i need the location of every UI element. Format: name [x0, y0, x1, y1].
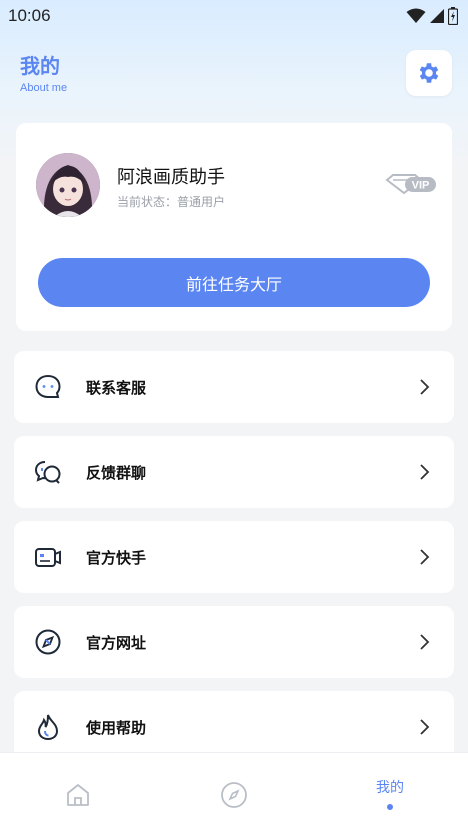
status-bar: 10:06 — [0, 0, 468, 32]
username: 阿浪画质助手 — [117, 167, 225, 188]
gear-icon — [419, 63, 439, 83]
active-indicator — [387, 804, 393, 810]
menu-item-usage-help[interactable]: 使用帮助 — [14, 691, 454, 755]
bottom-navigation: 我的 — [0, 752, 468, 832]
wifi-icon — [406, 8, 426, 23]
chevron-right-icon — [420, 549, 430, 565]
compass-icon — [35, 629, 61, 655]
task-hall-button[interactable]: 前往任务大厅 — [38, 258, 430, 307]
menu-item-feedback-group[interactable]: 反馈群聊 — [14, 436, 454, 508]
home-icon — [67, 784, 89, 806]
status-time: 10:06 — [8, 6, 51, 25]
nav-me-label: 我的 — [376, 780, 404, 796]
menu-item-contact-support[interactable]: 联系客服 — [14, 351, 454, 423]
video-camera-icon — [35, 548, 61, 567]
profile-card: 阿浪画质助手 当前状态：普通用户 VIP 前往任务大厅 — [16, 123, 452, 331]
chat-bubble-icon — [35, 374, 61, 398]
vip-badge: VIP — [385, 174, 436, 195]
compass-icon — [221, 782, 247, 808]
status-icons — [406, 7, 458, 25]
nav-discover[interactable] — [156, 753, 312, 832]
flame-icon — [37, 714, 59, 741]
nav-me[interactable]: 我的 — [312, 753, 468, 832]
menu-label: 反馈群聊 — [86, 464, 147, 482]
vip-badge-text: VIP — [412, 180, 430, 192]
battery-icon — [448, 7, 458, 25]
avatar[interactable] — [36, 153, 100, 217]
avatar-illustration — [36, 153, 100, 217]
cellular-signal-icon — [430, 9, 444, 23]
menu-item-official-website[interactable]: 官方网址 — [14, 606, 454, 678]
group-chat-icon — [34, 461, 61, 484]
chevron-right-icon — [420, 464, 430, 480]
menu-label: 使用帮助 — [86, 719, 147, 737]
menu-item-official-kuaishou[interactable]: 官方快手 — [14, 521, 454, 593]
chevron-right-icon — [420, 634, 430, 650]
nav-home[interactable] — [0, 753, 156, 832]
menu-label: 联系客服 — [86, 379, 147, 397]
page-title: 我的 — [20, 54, 60, 78]
chevron-right-icon — [420, 379, 430, 395]
page-header: 我的 About me — [20, 54, 67, 94]
menu-label: 官方快手 — [86, 549, 147, 567]
page-subtitle: About me — [20, 82, 68, 94]
menu-label: 官方网址 — [86, 634, 147, 652]
settings-button[interactable] — [406, 50, 452, 96]
user-status: 当前状态：普通用户 — [117, 195, 226, 209]
chevron-right-icon — [420, 719, 430, 735]
